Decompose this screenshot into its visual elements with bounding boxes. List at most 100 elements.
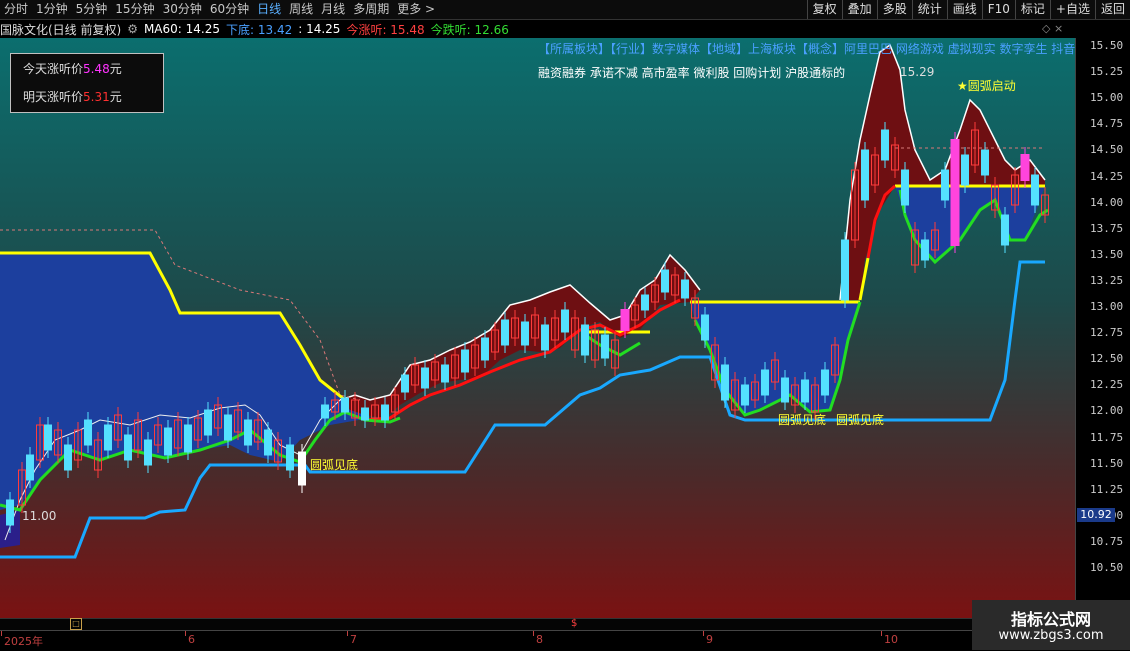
date-tick-mark — [185, 631, 186, 636]
candle-body — [184, 424, 192, 453]
period-tab-1[interactable]: 1分钟 — [32, 0, 72, 19]
bottom-value: : 14.25 — [298, 22, 341, 36]
tomorrow-limit-value: 5.31 — [83, 90, 110, 104]
period-tab-2[interactable]: 5分钟 — [72, 0, 112, 19]
tool-button-1[interactable]: 叠加 — [841, 0, 877, 19]
period-tab-0[interactable]: 分时 — [0, 0, 32, 19]
date-tick-label: 8 — [536, 633, 543, 646]
info-bar: 国脉文化(日线 前复权) ⚙ MA60: 14.25 下底: 13.42 : 1… — [0, 20, 1075, 38]
period-tabs: 分时 1分钟 5分钟 15分钟 30分钟 60分钟 日线 周线 月线 多周期 更多 > — [0, 0, 439, 19]
candle-body — [901, 169, 909, 206]
period-tab-4[interactable]: 30分钟 — [159, 0, 206, 19]
price-tick-label: 14.00 — [1090, 195, 1124, 209]
candle-body — [401, 374, 409, 393]
tool-button-3[interactable]: 统计 — [911, 0, 947, 19]
kline-chart[interactable] — [0, 38, 1075, 618]
period-tab-6[interactable]: 日线 — [253, 0, 285, 19]
price-axis: 15.50 15.25 15.00 14.75 14.50 14.25 14.00 13.75… — [1075, 38, 1130, 618]
candle-body — [84, 419, 92, 446]
price-tick-label: 14.50 — [1090, 143, 1124, 157]
price-tick-label: 14.25 — [1090, 169, 1124, 183]
period-tab-10[interactable]: 更多 > — [393, 0, 439, 19]
tool-button-4[interactable]: 画线 — [946, 0, 982, 19]
period-tab-5[interactable]: 60分钟 — [206, 0, 253, 19]
tool-buttons: 复权 叠加 多股 统计 画线 F10 标记 +自选 返回 — [806, 0, 1130, 19]
arc-bottom-label-1: 圆弧见底 — [310, 458, 359, 472]
candle-body — [164, 427, 172, 456]
candle-body — [761, 369, 769, 396]
period-tab-7[interactable]: 周线 — [285, 0, 317, 19]
arc-bottom-label-3: 圆弧见底 — [836, 413, 885, 427]
price-tick-label: 12.25 — [1090, 378, 1124, 392]
tool-button-0[interactable]: 复权 — [806, 0, 842, 19]
date-tick-label: 6 — [188, 633, 195, 646]
candle-body — [620, 309, 630, 331]
candle-body — [204, 409, 212, 436]
today-limit-value: 5.48 — [83, 62, 110, 76]
arc-bottom-label-2: 圆弧见底 — [778, 413, 827, 427]
price-tick-label: 12.75 — [1090, 326, 1124, 340]
sector-concept-line-2: 融资融券 承诺不减 高市盈率 微利股 回购计划 沪股通标的 — [538, 66, 846, 80]
price-tick-label: 15.00 — [1090, 91, 1124, 105]
date-tick-label: 2025年 — [4, 635, 43, 648]
candle-body — [721, 364, 729, 401]
candle-body — [501, 319, 509, 346]
tool-button-8[interactable]: 返回 — [1094, 0, 1130, 19]
low-price-label: 11.00 — [22, 509, 57, 523]
candle-body — [244, 419, 252, 446]
tool-button-6[interactable]: 标记 — [1014, 0, 1050, 19]
period-tab-8[interactable]: 月线 — [317, 0, 349, 19]
candle-body — [481, 337, 489, 361]
period-tab-9[interactable]: 多周期 — [349, 0, 393, 19]
high-price-label: 15.29 — [900, 65, 935, 79]
candle-body — [64, 444, 72, 471]
arc-start-label: ★圆弧启动 — [957, 79, 1016, 93]
candle-body — [44, 424, 52, 451]
settings-icon[interactable]: ⚙ — [127, 22, 138, 36]
date-tick-label: 7 — [350, 633, 357, 646]
window-controls[interactable]: ◇ × — [1042, 22, 1063, 35]
candle-body — [298, 451, 306, 486]
candle-body — [861, 149, 869, 201]
candle-body — [521, 321, 529, 346]
candle-body — [264, 429, 272, 456]
tomorrow-limit-row: 明天涨听价5.31元 — [23, 88, 122, 105]
price-tick-label: 14.75 — [1090, 117, 1124, 131]
tool-button-2[interactable]: 多股 — [876, 0, 912, 19]
candle-body — [841, 239, 849, 301]
up-limit-label: 今涨听: 15.48 — [346, 22, 425, 37]
candle-body — [26, 454, 34, 481]
candle-body — [1031, 174, 1039, 206]
limit-price-legend: 今天涨听价5.48元 明天涨听价5.31元 — [10, 53, 164, 113]
price-tick-label: 11.50 — [1090, 456, 1124, 470]
price-tick-label: 10.50 — [1090, 561, 1124, 574]
bottom-label: 下底: 13.42 — [226, 22, 293, 37]
candle-body — [801, 379, 809, 403]
date-tick-mark — [881, 631, 882, 636]
candle-body — [381, 404, 389, 421]
candle-body — [741, 384, 749, 406]
price-tick-label: 13.00 — [1090, 300, 1124, 313]
event-marker-icon[interactable]: $ — [571, 618, 577, 629]
scroll-marker-icon[interactable]: □ — [70, 618, 82, 630]
tool-button-7[interactable]: +自选 — [1049, 0, 1095, 19]
price-tick-label: 15.25 — [1090, 65, 1124, 79]
candle-body — [641, 294, 649, 311]
candle-body — [541, 324, 549, 351]
down-limit-label: 今跌听: 12.66 — [430, 22, 509, 37]
candle-body — [461, 349, 469, 373]
candle-body — [1020, 154, 1030, 181]
candle-body — [881, 129, 889, 161]
today-limit-label: 今天涨听价 — [23, 62, 84, 76]
tool-button-5[interactable]: F10 — [981, 0, 1015, 19]
date-tick-mark — [533, 631, 534, 636]
price-tick-label: 13.25 — [1090, 273, 1124, 287]
date-tick-label: 9 — [706, 633, 713, 646]
candle-body — [601, 334, 609, 359]
candle-body — [561, 309, 569, 333]
period-tab-3[interactable]: 15分钟 — [111, 0, 158, 19]
candle-body — [224, 414, 232, 441]
candle-body — [144, 439, 152, 466]
stock-title[interactable]: 国脉文化(日线 前复权) — [0, 21, 121, 38]
candle-body — [961, 154, 969, 186]
